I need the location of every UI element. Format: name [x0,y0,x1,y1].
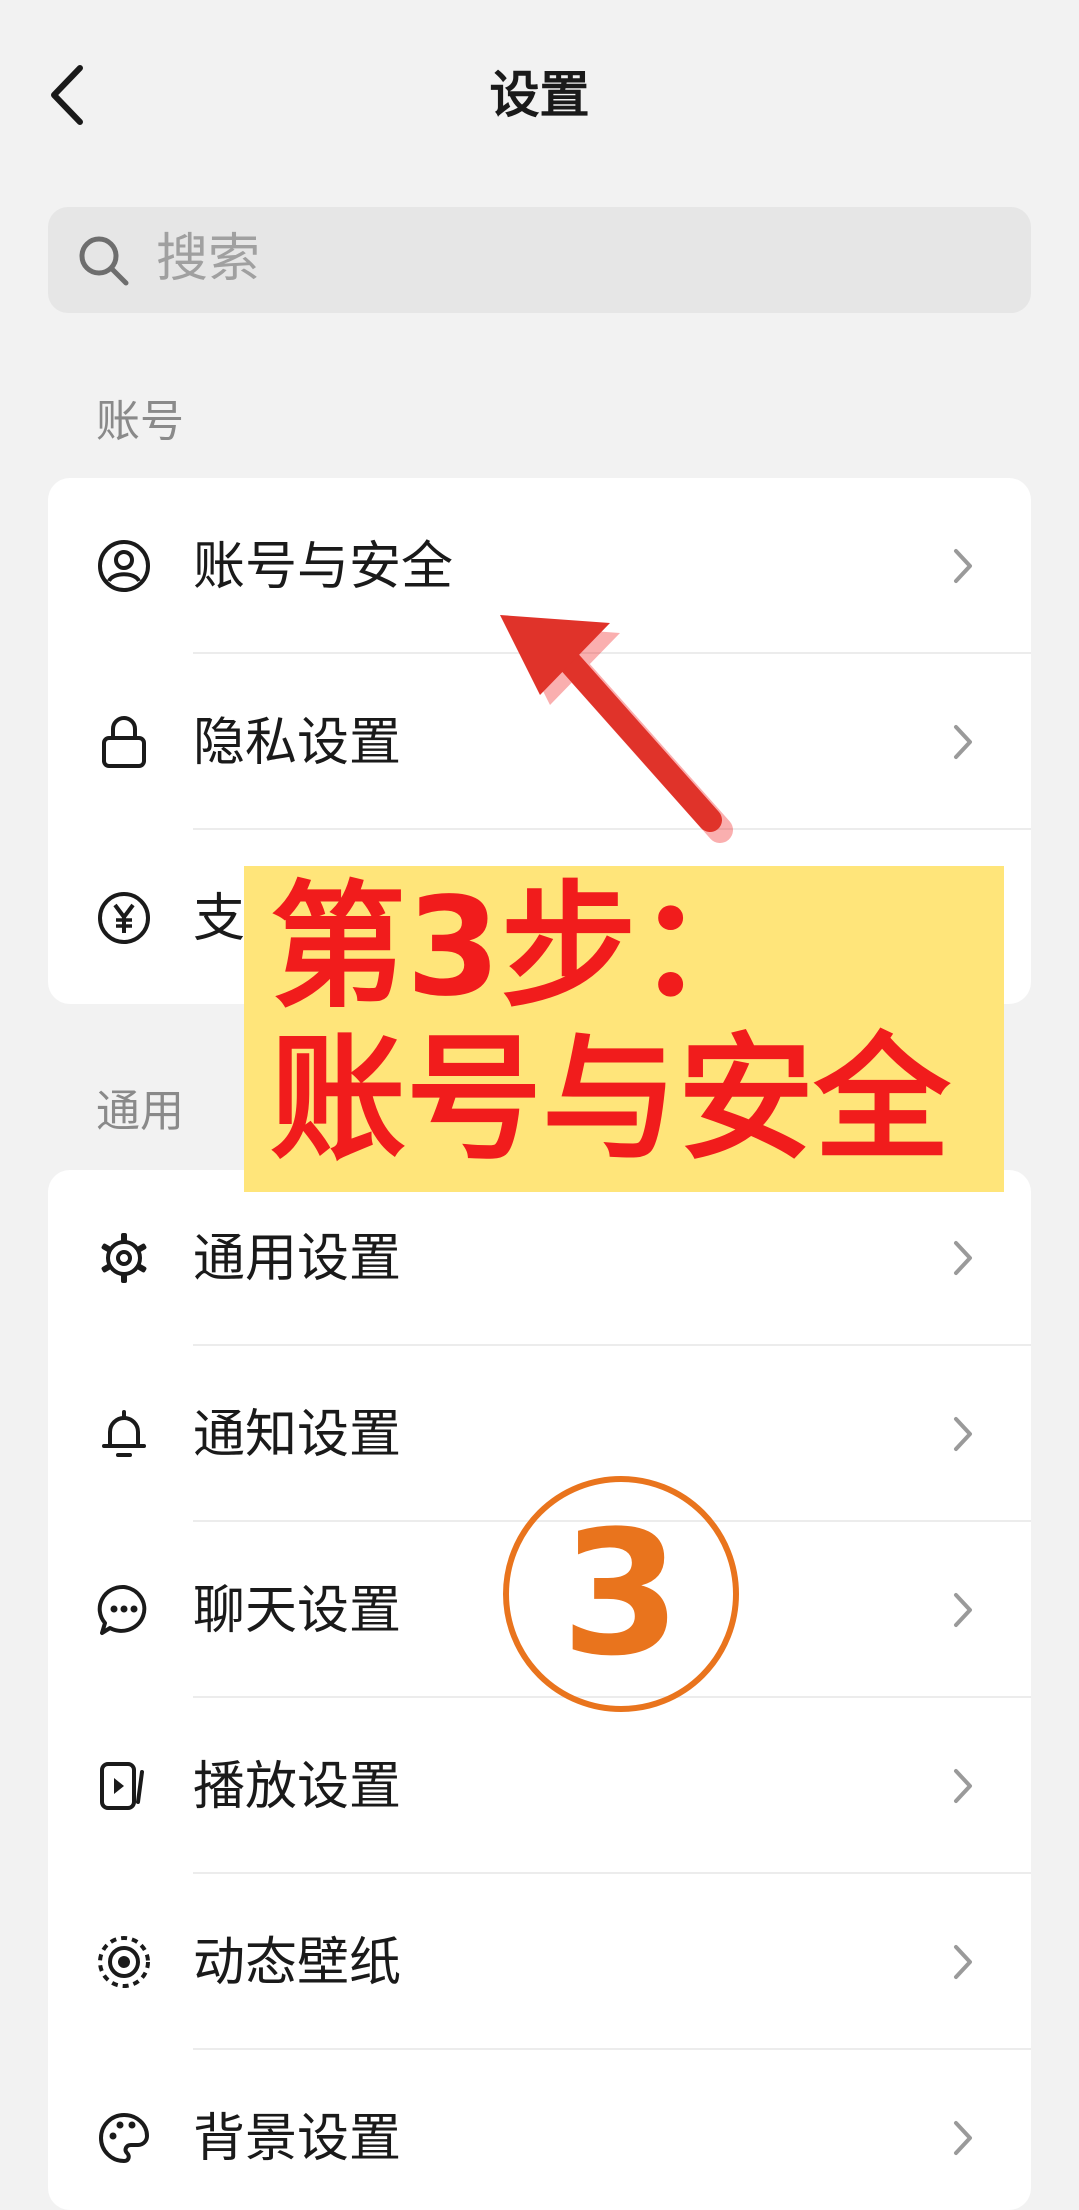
list-item-background-settings[interactable]: 背景设置 [48,2050,1031,2210]
chevron-right-icon [954,2121,972,2155]
chevron-right-icon [954,1241,972,1275]
yen-circle-icon [98,892,150,944]
user-circle-icon [98,540,150,592]
list-item-label: 通用设置 [193,1229,402,1289]
lock-icon [102,716,146,768]
step-number: 3 [561,1493,681,1694]
chevron-right-icon [954,1593,972,1627]
list-item-playback-settings[interactable]: 播放设置 [48,1698,1031,1874]
bell-icon [102,1410,146,1457]
palette-icon [99,2113,149,2163]
search-bar[interactable]: 搜索 [48,207,1031,313]
annotation-text: 第3步： 账号与安全 [270,872,950,1176]
search-icon [79,236,129,286]
search-placeholder: 搜索 [156,229,261,289]
wallpaper-icon [98,1936,150,1988]
section-label-general: 通用 [96,1086,184,1137]
chevron-right-icon [954,549,972,583]
list-item-label: 通知设置 [193,1405,402,1465]
list-item-label: 账号与安全 [193,537,454,597]
chevron-right-icon [954,1417,972,1451]
chevron-right-icon [954,1769,972,1803]
annotation-step-target: 账号与安全 [270,1021,950,1179]
list-item-label: 隐私设置 [193,713,402,773]
list-item-live-wallpaper[interactable]: 动态壁纸 [48,1874,1031,2050]
chevron-right-icon [954,1945,972,1979]
list-item-label: 背景设置 [193,2109,402,2169]
step-number-badge: 3 [503,1476,739,1712]
list-item-label: 支 [193,889,246,949]
chevron-right-icon [954,725,972,759]
chat-bubble-icon [97,1584,147,1635]
top-bar: 设置 [0,0,1079,190]
list-item-general-settings[interactable]: 通用设置 [48,1170,1031,1346]
list-item-label: 聊天设置 [193,1581,402,1641]
annotation-step-label: 第3步： [270,869,773,1027]
page-title: 设置 [489,66,590,124]
list-item-label: 播放设置 [193,1757,402,1817]
list-item-label: 动态壁纸 [193,1933,402,1993]
gear-icon [101,1233,147,1283]
play-icon [100,1762,144,1810]
red-arrow-annotation [500,615,733,843]
section-label-account: 账号 [96,396,184,447]
